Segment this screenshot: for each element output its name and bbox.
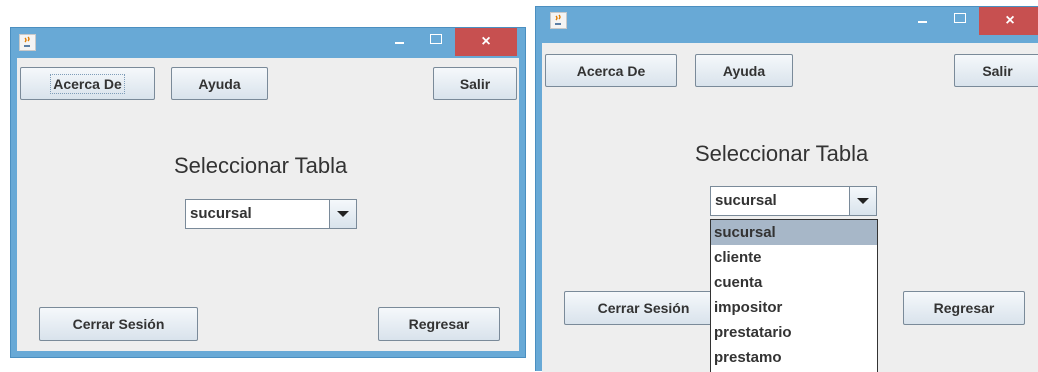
back-button-label: Regresar xyxy=(408,316,470,332)
help-button[interactable]: Ayuda xyxy=(171,67,268,100)
page-title: Seleccionar Tabla xyxy=(174,153,348,178)
logout-button-label: Cerrar Sesión xyxy=(597,300,690,316)
table-select-value: sucursal xyxy=(190,205,252,222)
about-button[interactable]: Acerca De xyxy=(20,67,155,100)
dropdown-option[interactable]: prestatario xyxy=(711,320,877,345)
about-button-label: Acerca De xyxy=(576,62,646,79)
back-button[interactable]: Regresar xyxy=(378,307,500,341)
minimize-icon[interactable] xyxy=(908,7,938,31)
window-content: Acerca De Ayuda Salir Seleccionar Tabla … xyxy=(17,58,519,351)
dropdown-option[interactable]: sucursal xyxy=(711,220,877,245)
close-icon[interactable]: × xyxy=(455,28,517,56)
exit-button[interactable]: Salir xyxy=(433,67,517,100)
help-button-label: Ayuda xyxy=(198,75,241,92)
about-button-label: Acerca De xyxy=(50,73,125,94)
help-button-label: Ayuda xyxy=(722,62,766,79)
window-content: Acerca De Ayuda Salir Seleccionar Tabla … xyxy=(542,43,1038,372)
logout-button[interactable]: Cerrar Sesión xyxy=(39,307,198,341)
dropdown-option[interactable]: impositor xyxy=(711,295,877,320)
window-right: × Acerca De Ayuda Salir Seleccionar Tabl… xyxy=(535,6,1038,372)
dropdown-option[interactable]: cuenta xyxy=(711,270,877,295)
back-button[interactable]: Regresar xyxy=(903,291,1025,325)
logout-button[interactable]: Cerrar Sesión xyxy=(564,291,723,325)
page-title: Seleccionar Tabla xyxy=(695,141,869,166)
help-button[interactable]: Ayuda xyxy=(695,54,793,87)
table-select[interactable]: sucursal xyxy=(710,186,877,216)
title-bar[interactable]: × xyxy=(536,7,1038,37)
dropdown-option[interactable]: prestamo xyxy=(711,345,877,370)
table-select[interactable]: sucursal xyxy=(185,199,357,229)
chevron-down-icon[interactable] xyxy=(329,200,356,228)
maximize-icon[interactable] xyxy=(421,28,451,52)
java-coffee-cup-icon xyxy=(19,34,36,51)
title-bar[interactable]: × xyxy=(11,28,525,58)
dropdown-option[interactable]: cliente xyxy=(711,245,877,270)
exit-button[interactable]: Salir xyxy=(954,54,1038,87)
about-button[interactable]: Acerca De xyxy=(545,54,677,87)
back-button-label: Regresar xyxy=(933,300,995,316)
chevron-down-icon[interactable] xyxy=(849,187,876,215)
window-left: × Acerca De Ayuda Salir Seleccionar Tabl… xyxy=(10,27,526,358)
exit-button-label: Salir xyxy=(459,75,491,92)
java-coffee-cup-icon xyxy=(550,12,567,29)
close-icon[interactable]: × xyxy=(979,7,1038,35)
maximize-icon[interactable] xyxy=(945,7,975,31)
table-select-value: sucursal xyxy=(715,192,777,209)
logout-button-label: Cerrar Sesión xyxy=(72,316,165,332)
table-select-dropdown-list: sucursal cliente cuenta impositor presta… xyxy=(710,219,878,372)
exit-button-label: Salir xyxy=(982,62,1013,79)
minimize-icon[interactable] xyxy=(385,28,415,52)
